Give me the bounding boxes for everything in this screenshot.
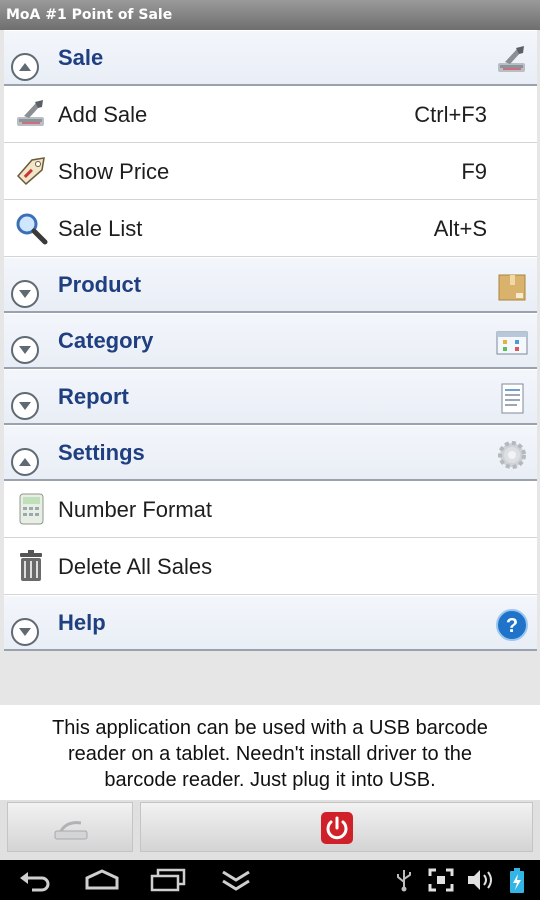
section-sale[interactable]: Sale bbox=[4, 30, 537, 86]
gear-icon bbox=[495, 438, 529, 472]
menu-item-label: Number Format bbox=[58, 497, 213, 522]
section-title: Settings bbox=[58, 440, 145, 465]
scanner-button[interactable] bbox=[7, 802, 133, 852]
section-category[interactable]: Category bbox=[4, 313, 537, 369]
menu-item-sale-list[interactable]: Sale List Alt+S bbox=[4, 200, 537, 257]
svg-text:?: ? bbox=[506, 615, 518, 637]
magnifier-icon bbox=[14, 211, 48, 245]
power-icon bbox=[321, 812, 353, 844]
menu-item-label: Add Sale bbox=[58, 102, 148, 127]
info-line: This application can be used with a USB … bbox=[52, 717, 488, 739]
power-button[interactable] bbox=[140, 802, 533, 852]
menu-item-shortcut: Alt+S bbox=[433, 216, 487, 241]
scanner-icon bbox=[54, 821, 88, 840]
menu-item-label: Show Price bbox=[58, 159, 170, 184]
section-title: Product bbox=[58, 272, 142, 297]
recent-apps-icon[interactable] bbox=[150, 868, 186, 892]
volume-icon bbox=[468, 870, 492, 890]
barcode-scanner-icon bbox=[14, 97, 48, 131]
trash-icon bbox=[14, 549, 48, 583]
window-title: MoA #1 Point of Sale bbox=[0, 0, 540, 30]
box-icon bbox=[495, 270, 529, 304]
expand-down-icon[interactable] bbox=[11, 336, 39, 364]
menu-chevron-icon[interactable] bbox=[220, 868, 252, 892]
section-help[interactable]: Help ? bbox=[4, 595, 537, 651]
menu-item-number-format[interactable]: Number Format bbox=[4, 481, 537, 538]
menu-item-shortcut: Ctrl+F3 bbox=[414, 102, 487, 127]
section-title: Category bbox=[58, 328, 154, 353]
collapse-up-icon[interactable] bbox=[11, 53, 39, 81]
info-line: reader on a tablet. Needn't install driv… bbox=[67, 743, 473, 765]
barcode-scanner-icon bbox=[495, 43, 529, 77]
price-tag-icon bbox=[14, 154, 48, 188]
menu-item-shortcut: F9 bbox=[461, 159, 487, 184]
home-icon[interactable] bbox=[84, 868, 120, 892]
section-settings[interactable]: Settings bbox=[4, 425, 537, 481]
expand-down-icon[interactable] bbox=[11, 392, 39, 420]
system-navigation-bar bbox=[0, 860, 540, 900]
menu-item-label: Delete All Sales bbox=[58, 554, 213, 579]
bottom-toolbar bbox=[0, 800, 540, 860]
menu-item-delete-all-sales[interactable]: Delete All Sales bbox=[4, 538, 537, 595]
menu-item-show-price[interactable]: Show Price F9 bbox=[4, 143, 537, 200]
back-icon[interactable] bbox=[18, 868, 52, 892]
category-grid-icon bbox=[495, 326, 529, 360]
section-product[interactable]: Product bbox=[4, 257, 537, 313]
info-text: This application can be used with a USB … bbox=[0, 705, 540, 800]
screen-capture-icon bbox=[428, 868, 454, 892]
collapse-up-icon[interactable] bbox=[11, 448, 39, 476]
calculator-icon bbox=[14, 492, 48, 526]
menu-item-add-sale[interactable]: Add Sale Ctrl+F3 bbox=[4, 86, 537, 143]
main-menu: Sale Add Sale Ctrl+F3 Show Price F9 Sale… bbox=[4, 30, 537, 651]
section-title: Report bbox=[58, 384, 129, 409]
menu-item-label: Sale List bbox=[58, 216, 143, 241]
expand-down-icon[interactable] bbox=[11, 618, 39, 646]
document-icon bbox=[495, 382, 529, 416]
section-report[interactable]: Report bbox=[4, 369, 537, 425]
info-line: barcode reader. Just plug it into USB. bbox=[104, 769, 436, 791]
expand-down-icon[interactable] bbox=[11, 280, 39, 308]
section-title: Help bbox=[58, 610, 106, 635]
section-title: Sale bbox=[58, 45, 104, 70]
usb-icon bbox=[397, 870, 411, 892]
help-icon: ? bbox=[495, 608, 529, 642]
battery-charging-icon bbox=[510, 868, 524, 893]
